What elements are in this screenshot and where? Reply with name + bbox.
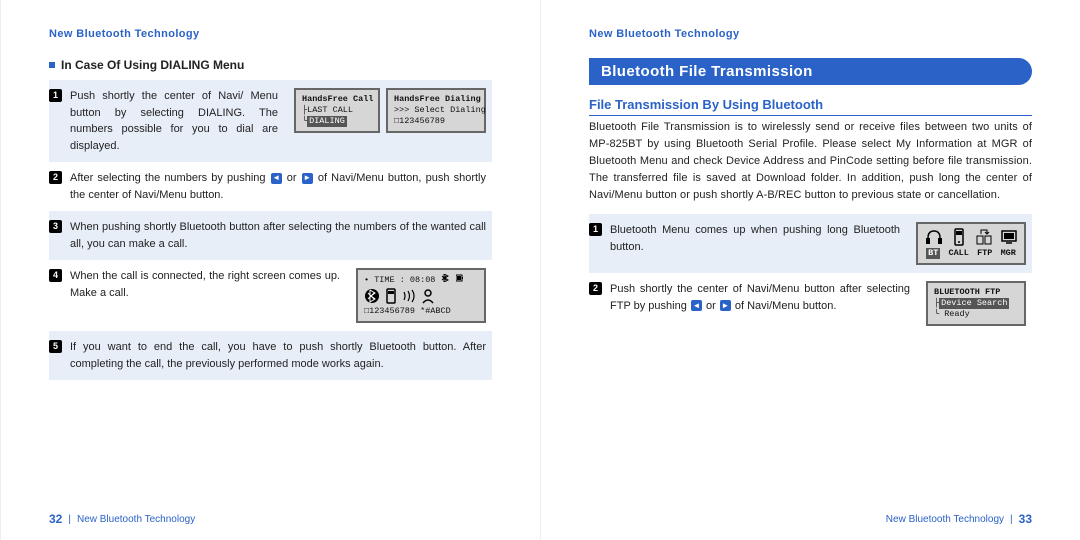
bullet-icon xyxy=(49,62,55,68)
lcd-row: ├Device Search xyxy=(934,298,1018,309)
signal-waves-icon xyxy=(402,288,416,304)
lcd-time-row: • TIME : 08:08 xyxy=(364,274,478,286)
footer-separator: | xyxy=(68,514,71,525)
lcd-number-row: □123456789 *#ABCD xyxy=(364,306,478,317)
step-number: 2 xyxy=(49,171,62,184)
step-text: Bluetooth Menu comes up when pushing lon… xyxy=(610,222,900,255)
step-2: 2 Push shortly the center of Navi/Menu b… xyxy=(589,273,1032,334)
lcd-row: └ Ready xyxy=(934,309,1018,320)
step-3: 3 When pushing shortly Bluetooth button … xyxy=(49,211,492,260)
phone-icon xyxy=(950,228,968,246)
page-header: New Bluetooth Technology xyxy=(49,28,492,40)
step-text: When pushing shortly Bluetooth button af… xyxy=(70,219,486,252)
lcd-illustration-bt-menu: BT CALL FTP MGR xyxy=(916,222,1026,265)
person-icon xyxy=(421,288,435,304)
step-1: 1 Bluetooth Menu comes up when pushing l… xyxy=(589,214,1032,273)
step-5: 5 If you want to end the call, you have … xyxy=(49,331,492,380)
lcd-label-row: BT CALL FTP MGR xyxy=(924,248,1018,259)
subhead-file-transmission: File Transmission By Using Bluetooth xyxy=(589,97,1032,116)
headset-icon xyxy=(925,228,943,246)
step-text: Push shortly the center of Navi/Menu but… xyxy=(610,281,910,314)
phone-icon xyxy=(385,288,397,304)
step-number: 4 xyxy=(49,269,62,282)
page-left: New Bluetooth Technology In Case Of Usin… xyxy=(0,0,540,540)
step-number: 1 xyxy=(49,89,62,102)
lcd-bluetooth-ftp: BLUETOOTH FTP ├Device Search └ Ready xyxy=(926,281,1026,326)
lcd-call-connected: • TIME : 08:08 □123456789 *#ABCD xyxy=(356,268,486,323)
lcd-illustration-1: HandsFree Call ├LAST CALL └DIALING Hands… xyxy=(294,88,486,133)
step-number: 2 xyxy=(589,282,602,295)
page-number: 33 xyxy=(1019,512,1032,526)
bluetooth-big-icon xyxy=(364,288,380,304)
lcd-handsfree-call: HandsFree Call ├LAST CALL └DIALING xyxy=(294,88,380,133)
lcd-icon-row xyxy=(924,228,1018,248)
page-header: New Bluetooth Technology xyxy=(589,28,1032,40)
step-4: 4 When the call is connected, the right … xyxy=(49,260,492,331)
subhead-text: In Case Of Using DIALING Menu xyxy=(61,58,244,72)
footer-text: New Bluetooth Technology xyxy=(77,514,195,525)
lcd-bt-menu: BT CALL FTP MGR xyxy=(916,222,1026,265)
lcd-icon-row xyxy=(364,286,478,306)
page-footer-right: New Bluetooth Technology | 33 xyxy=(886,512,1032,526)
prev-icon: ◄ xyxy=(691,300,702,311)
next-icon: ► xyxy=(302,173,313,184)
step-number: 5 xyxy=(49,340,62,353)
lcd-row: └DIALING xyxy=(302,116,372,127)
step-number: 3 xyxy=(49,220,62,233)
page-footer-left: 32 | New Bluetooth Technology xyxy=(49,512,195,526)
steps-left: 1 Push shortly the center of Navi/ Menu … xyxy=(49,80,492,380)
lcd-illustration-4: • TIME : 08:08 □123456789 *#ABCD xyxy=(356,268,486,323)
lcd-illustration-ftp: BLUETOOTH FTP ├Device Search └ Ready xyxy=(926,281,1026,326)
lcd-title: HandsFree Dialing xyxy=(394,94,478,105)
lcd-row: □123456789 xyxy=(394,116,478,127)
subhead-dialing: In Case Of Using DIALING Menu xyxy=(49,58,492,72)
footer-text: New Bluetooth Technology xyxy=(886,514,1004,525)
lcd-row: ├LAST CALL xyxy=(302,105,372,116)
step-text: When the call is connected, the right sc… xyxy=(70,268,340,301)
footer-separator: | xyxy=(1010,514,1013,525)
step-2: 2 After selecting the numbers by pushing… xyxy=(49,162,492,211)
step-text: If you want to end the call, you have to… xyxy=(70,339,486,372)
bluetooth-icon xyxy=(441,274,451,282)
next-icon: ► xyxy=(720,300,731,311)
lcd-title: BLUETOOTH FTP xyxy=(934,287,1018,298)
step-text: After selecting the numbers by pushing ◄… xyxy=(70,170,486,203)
transfer-icon xyxy=(975,228,993,246)
lcd-handsfree-dialing: HandsFree Dialing >>> Select Dialing □12… xyxy=(386,88,486,133)
intro-paragraph: Bluetooth File Transmission is to wirele… xyxy=(589,119,1032,204)
lcd-row: >>> Select Dialing xyxy=(394,105,478,116)
lcd-title: HandsFree Call xyxy=(302,94,372,105)
battery-icon xyxy=(456,274,464,282)
step-1: 1 Push shortly the center of Navi/ Menu … xyxy=(49,80,492,162)
steps-right: 1 Bluetooth Menu comes up when pushing l… xyxy=(589,214,1032,334)
screen-icon xyxy=(1000,228,1018,246)
step-text: Push shortly the center of Navi/ Menu bu… xyxy=(70,88,278,154)
prev-icon: ◄ xyxy=(271,173,282,184)
page-right: New Bluetooth Technology Bluetooth File … xyxy=(540,0,1080,540)
section-bar: Bluetooth File Transmission xyxy=(589,58,1032,85)
step-number: 1 xyxy=(589,223,602,236)
page-number: 32 xyxy=(49,512,62,526)
